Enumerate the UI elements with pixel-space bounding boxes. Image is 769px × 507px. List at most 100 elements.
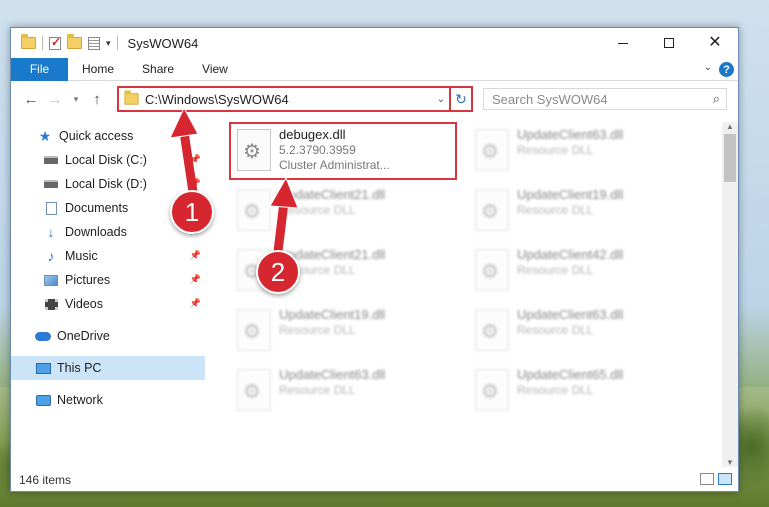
file-description: Resource DLL [279,323,356,337]
file-item[interactable]: ⚙ UpdateClient42.dll Resource DLL [469,244,701,300]
dll-file-icon: ⚙ [475,189,509,231]
tab-view[interactable]: View [188,62,242,76]
gear-icon: ⚙ [481,381,499,403]
item-count: 146 items [19,473,72,487]
properties-icon[interactable] [88,36,100,50]
sidebar-item-pictures[interactable]: Pictures 📌 [11,268,205,292]
file-description: Resource DLL [517,383,594,397]
file-name: UpdateClient19.dll [279,307,386,322]
gear-icon: ⚙ [481,261,499,283]
pictures-icon [43,273,59,287]
scroll-up-icon[interactable]: ▲ [722,122,738,131]
documents-icon [43,201,59,215]
file-name: UpdateClient19.dll [517,187,624,202]
back-button[interactable]: ← [19,91,43,108]
file-item[interactable]: ⚙ UpdateClient63.dll Resource DLL [469,124,701,180]
navigation-bar: ← → ▾ ↑ C:\Windows\SysWOW64 ⌄ ↻ Search S… [11,81,738,117]
expand-ribbon-chevron-icon[interactable]: ⌄ [704,62,712,73]
window-controls: ✕ [600,28,738,58]
gear-icon: ⚙ [243,381,261,403]
file-item[interactable]: ⚙ UpdateClient19.dll Resource DLL [231,304,463,360]
pin-icon[interactable]: 📌 [190,178,201,189]
dll-file-icon: ⚙ [475,369,509,411]
annotation-badge-1: 1 [170,190,214,234]
vertical-scrollbar[interactable]: ▲ ▼ [722,122,738,467]
status-bar: 146 items [11,469,738,491]
divider [116,36,118,50]
file-list: ⚙ debugex.dll 5.2.3790.3959 Cluster Admi… [211,122,721,462]
gear-icon: ⚙ [243,201,261,223]
sidebar-item-music[interactable]: ♪ Music 📌 [11,244,205,268]
help-icon[interactable]: ? [719,62,734,77]
sidebar-item-local-disk-d[interactable]: Local Disk (D:) 📌 [11,172,205,196]
sidebar-item-local-disk-c[interactable]: Local Disk (C:) 📌 [11,148,205,172]
maximize-icon [664,38,674,48]
refresh-icon[interactable]: ↻ [449,88,471,110]
sidebar-item-videos[interactable]: Videos 📌 [11,292,205,316]
file-item[interactable]: ⚙ UpdateClient21.dll Resource DLL [231,184,463,240]
sidebar-item-label: Pictures [65,273,111,287]
customize-toolbar-chevron-icon[interactable]: ▾ [106,38,111,49]
sidebar-item-label: Local Disk (D:) [65,177,147,191]
tab-file[interactable]: File [11,57,68,81]
file-name: UpdateClient63.dll [517,127,624,142]
downloads-icon: ↓ [47,224,55,240]
dll-file-icon: ⚙ [475,249,509,291]
sidebar-item-network[interactable]: Network [11,388,205,412]
address-dropdown-chevron-icon[interactable]: ⌄ [433,94,449,105]
file-item[interactable]: ⚙ UpdateClient63.dll Resource DLL [469,304,701,360]
file-description: Resource DLL [517,323,594,337]
file-explorer-window: ▾ SysWOW64 ✕ File Home Share View ⌄ ? ← … [10,27,739,492]
sidebar-item-label: This PC [57,361,102,375]
folder-icon [21,34,36,49]
file-item[interactable]: ⚙ UpdateClient65.dll Resource DLL [469,364,701,420]
highlight-box-file [229,122,457,180]
address-bar[interactable]: C:\Windows\SysWOW64 ⌄ ↻ [117,86,473,112]
file-name: UpdateClient42.dll [517,247,624,262]
search-input[interactable]: Search SysWOW64 ⌕ [483,88,727,110]
scroll-down-icon[interactable]: ▼ [722,458,738,467]
forward-button[interactable]: → [43,91,67,108]
dll-file-icon: ⚙ [237,189,271,231]
sidebar-item-this-pc[interactable]: This PC [11,356,205,380]
details-view-icon[interactable] [700,473,714,485]
music-icon: ♪ [47,248,55,264]
drive-icon [43,177,59,191]
this-pc-icon [35,361,51,375]
maximize-button[interactable] [646,28,692,58]
minimize-button[interactable] [600,28,646,58]
file-item[interactable]: ⚙ UpdateClient63.dll Resource DLL [231,364,463,420]
folder-icon [124,90,139,105]
sidebar-item-label: Documents [65,201,129,215]
search-icon[interactable]: ⌕ [713,91,720,107]
pin-icon[interactable]: 📌 [190,274,201,285]
file-item[interactable]: ⚙ UpdateClient19.dll Resource DLL [469,184,701,240]
new-folder-icon[interactable] [67,34,82,49]
tiles-view-icon[interactable] [718,473,732,485]
properties-check-icon[interactable] [49,35,61,50]
file-description: Resource DLL [517,203,594,217]
dll-file-icon: ⚙ [475,309,509,351]
file-description: Resource DLL [279,383,356,397]
window-title: SysWOW64 [127,35,199,51]
sidebar-item-quick-access[interactable]: ★ Quick access [11,124,205,148]
sidebar-item-label: Music [65,249,98,263]
recent-locations-chevron-icon[interactable]: ▾ [67,94,85,105]
file-description: Resource DLL [517,143,594,157]
up-button[interactable]: ↑ [85,91,109,108]
scrollbar-thumb[interactable] [724,134,736,182]
sidebar-item-onedrive[interactable]: OneDrive [11,324,205,348]
quick-access-toolbar: ▾ [21,34,118,50]
close-button[interactable]: ✕ [692,28,738,58]
pin-icon[interactable]: 📌 [190,154,201,165]
tab-share[interactable]: Share [128,62,188,76]
tab-home[interactable]: Home [68,62,128,76]
address-path[interactable]: C:\Windows\SysWOW64 [145,92,433,107]
file-name: UpdateClient63.dll [279,367,386,382]
pin-icon[interactable]: 📌 [190,250,201,261]
gear-icon: ⚙ [481,141,499,163]
file-name: UpdateClient21.dll [279,187,386,202]
file-description: Resource DLL [517,263,594,277]
file-name: UpdateClient65.dll [517,367,624,382]
pin-icon[interactable]: 📌 [190,298,201,309]
